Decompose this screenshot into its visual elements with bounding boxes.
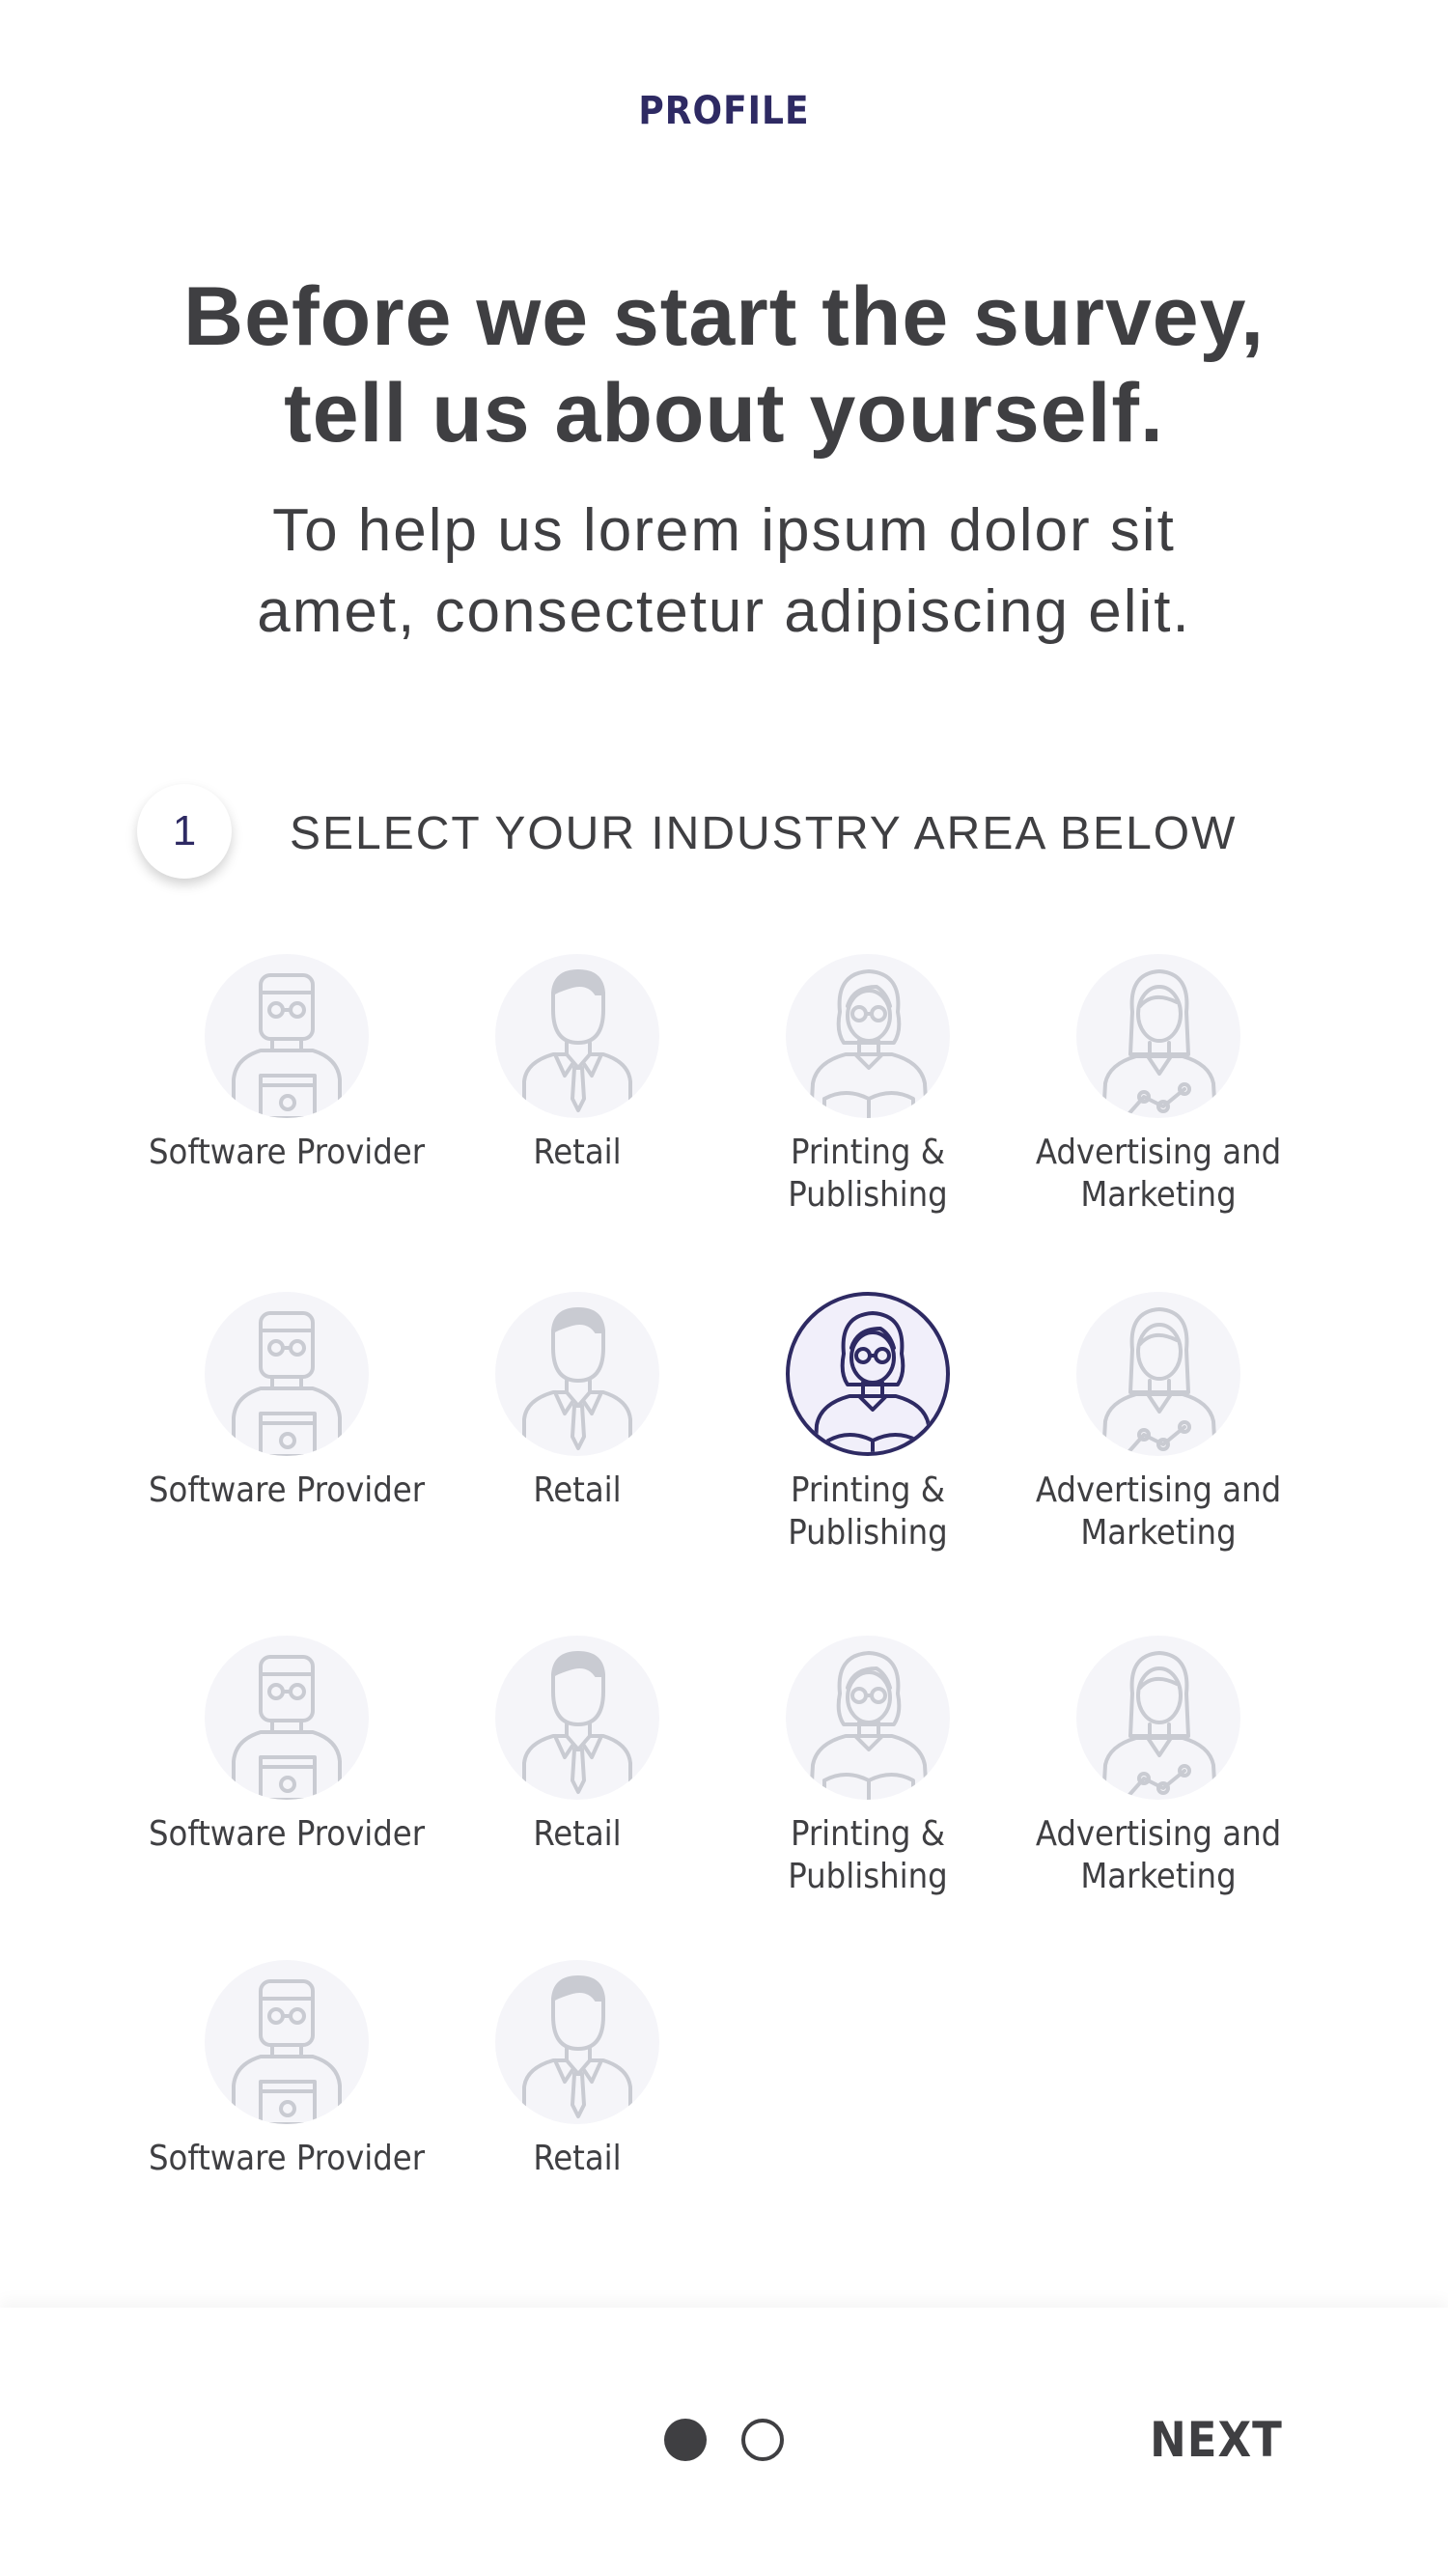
footer-bar: NEXT (0, 2308, 1448, 2576)
industry-label-line-1: Advertising and (1035, 1814, 1282, 1854)
industry-option[interactable]: Software Provider (142, 1960, 432, 2180)
retail-avatar-icon (495, 1292, 659, 1456)
software-provider-avatar-icon (205, 1960, 369, 2124)
software-provider-avatar-icon (205, 954, 369, 1118)
industry-option-label: Printing & Publishing (723, 1813, 1013, 1898)
industry-label-line-2: Marketing (1080, 1175, 1237, 1215)
industry-label-line-2: Publishing (788, 1175, 948, 1215)
industry-label-line-2: Marketing (1080, 1513, 1237, 1553)
industry-option[interactable]: Advertising and Marketing (1014, 1292, 1303, 1554)
industry-option-label: Advertising and Marketing (1014, 1470, 1303, 1554)
industry-label-line-1: Software Provider (148, 2139, 426, 2178)
industry-option[interactable]: Retail (432, 1292, 722, 1512)
industry-label-line-1: Printing & (790, 1470, 946, 1510)
industry-option[interactable]: Advertising and Marketing (1014, 954, 1303, 1217)
industry-label-line-2: Publishing (788, 1857, 948, 1896)
industry-option[interactable]: Software Provider (142, 1636, 432, 1856)
software-provider-avatar-icon (205, 1636, 369, 1800)
industry-label-line-1: Printing & (790, 1133, 946, 1172)
industry-label-line-1: Software Provider (148, 1814, 426, 1854)
retail-avatar-icon (495, 954, 659, 1118)
industry-option[interactable]: Software Provider (142, 954, 432, 1174)
retail-avatar-icon (495, 1636, 659, 1800)
industry-option-label: Retail (432, 1470, 722, 1512)
next-button[interactable]: NEXT (1139, 2412, 1294, 2470)
industry-option-label: Software Provider (142, 1813, 432, 1856)
industry-option[interactable]: Software Provider (142, 1292, 432, 1512)
industry-label-line-1: Printing & (790, 1814, 946, 1854)
pagination-dot-inactive[interactable] (741, 2419, 784, 2461)
industry-option[interactable]: Printing & Publishing (723, 1292, 1013, 1554)
industry-option-label: Advertising and Marketing (1014, 1132, 1303, 1217)
industry-label-line-1: Advertising and (1035, 1470, 1282, 1510)
industry-option-label: Software Provider (142, 1132, 432, 1174)
advertising-marketing-avatar-icon (1076, 954, 1240, 1118)
industry-label-line-1: Retail (533, 2139, 622, 2178)
industry-label-line-2: Publishing (788, 1513, 948, 1553)
software-provider-avatar-icon (205, 1292, 369, 1456)
industry-option-label: Software Provider (142, 2138, 432, 2180)
industry-option[interactable]: Printing & Publishing (723, 1636, 1013, 1898)
industry-option-label: Printing & Publishing (723, 1132, 1013, 1217)
advertising-marketing-avatar-icon (1076, 1636, 1240, 1800)
advertising-marketing-avatar-icon (1076, 1292, 1240, 1456)
pagination-dot-active[interactable] (664, 2419, 707, 2461)
industry-option[interactable]: Retail (432, 954, 722, 1174)
industry-option-label: Printing & Publishing (723, 1470, 1013, 1554)
industry-option-label: Advertising and Marketing (1014, 1813, 1303, 1898)
industry-label-line-1: Retail (533, 1133, 622, 1172)
industry-option-label: Retail (432, 1813, 722, 1856)
industry-label-line-1: Software Provider (148, 1470, 426, 1510)
retail-avatar-icon (495, 1960, 659, 2124)
industry-label-line-1: Retail (533, 1814, 622, 1854)
industry-label-line-1: Retail (533, 1470, 622, 1510)
printing-publishing-avatar-icon (786, 954, 950, 1118)
industry-option-label: Software Provider (142, 1470, 432, 1512)
printing-publishing-avatar-icon (786, 1636, 950, 1800)
industry-option-label: Retail (432, 1132, 722, 1174)
industry-option[interactable]: Printing & Publishing (723, 954, 1013, 1217)
printing-publishing-avatar-icon (786, 1292, 950, 1456)
industry-option[interactable]: Retail (432, 1960, 722, 2180)
industry-label-line-1: Advertising and (1035, 1133, 1282, 1172)
industry-grid: Software Provider Retail Printing & Publish… (0, 0, 1448, 2298)
industry-option[interactable]: Advertising and Marketing (1014, 1636, 1303, 1898)
industry-option-label: Retail (432, 2138, 722, 2180)
industry-label-line-2: Marketing (1080, 1857, 1237, 1896)
industry-label-line-1: Software Provider (148, 1133, 426, 1172)
industry-option[interactable]: Retail (432, 1636, 722, 1856)
